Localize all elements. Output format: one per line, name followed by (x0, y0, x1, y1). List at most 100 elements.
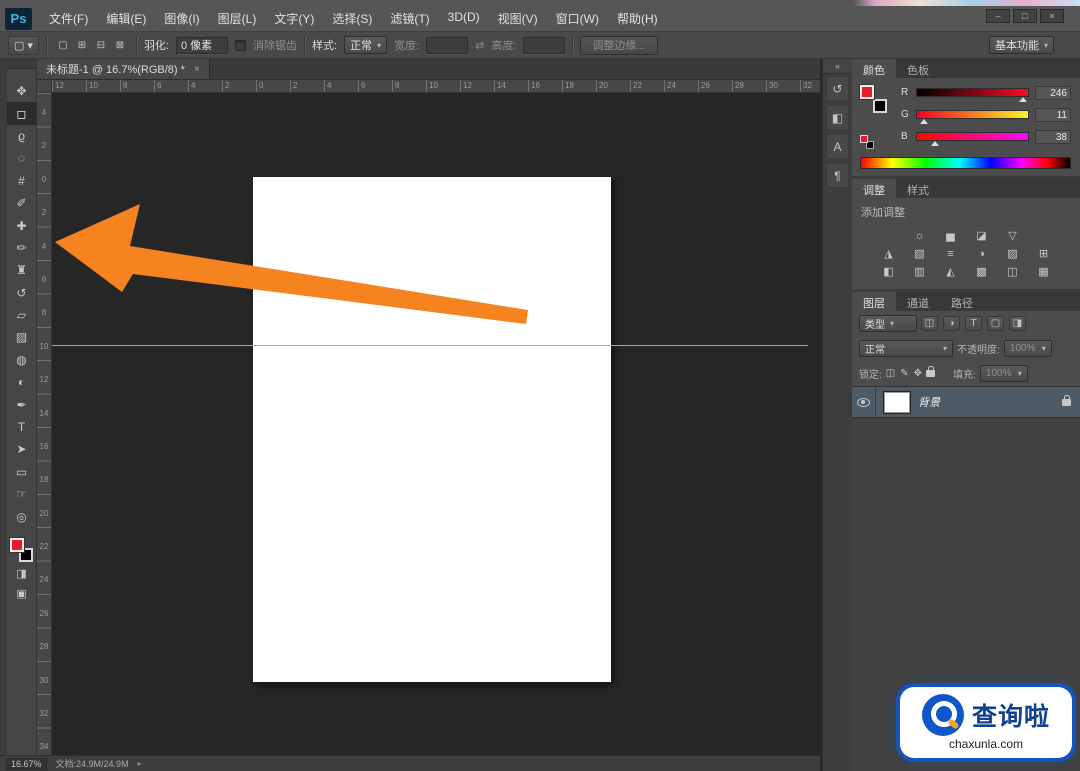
subtract-selection-icon[interactable]: ⊟ (92, 37, 110, 54)
document-tab[interactable]: 未标题-1 @ 16.7%(RGB/8) * × (37, 59, 210, 79)
zoom-level-field[interactable]: 16.67% (6, 758, 47, 770)
adjustment-icon[interactable]: ▽ (1002, 228, 1023, 243)
foreground-background-swatches[interactable] (10, 538, 34, 562)
panel-tab[interactable]: 路径 (940, 292, 984, 311)
foreground-color-swatch[interactable] (10, 538, 24, 552)
spot-healing-brush-tool[interactable]: ✚ (7, 214, 36, 236)
lock-image-pixels-icon[interactable]: ✎ (900, 368, 908, 379)
canvas[interactable] (52, 93, 820, 755)
panel-tab[interactable]: 颜色 (852, 59, 896, 78)
gradient-tool[interactable]: ▨ (7, 326, 36, 348)
panel-tab[interactable]: 调整 (852, 179, 896, 198)
clone-stamp-tool[interactable]: ♜ (7, 259, 36, 281)
background-layer-row[interactable]: 背景 (852, 387, 1080, 418)
history-panel-icon[interactable]: ↺ (826, 76, 849, 101)
adjustment-icon[interactable]: ☼ (909, 228, 930, 243)
adjustment-icon[interactable]: ▦ (1033, 264, 1054, 279)
photoshop-logo-icon[interactable]: Ps (5, 8, 32, 30)
filter-shape-layers-icon[interactable]: ▢ (987, 316, 1004, 331)
feather-input[interactable] (176, 37, 228, 54)
menu-item[interactable]: 滤镜(T) (381, 6, 438, 31)
properties-panel-icon[interactable]: ◧ (826, 105, 849, 130)
adjustment-icon[interactable]: ⊞ (1033, 246, 1054, 261)
horizontal-ruler[interactable]: 1210864202468101214161820222426283032 (52, 80, 820, 93)
slider-thumb[interactable] (1019, 97, 1027, 102)
adjustment-icon[interactable]: ◭ (940, 264, 961, 279)
history-brush-tool[interactable]: ↺ (7, 282, 36, 304)
layer-filter-type-dropdown[interactable]: 类型 ▾ (859, 315, 917, 332)
adjustment-icon[interactable]: ▧ (909, 246, 930, 261)
paragraph-panel-icon[interactable]: ¶ (826, 163, 849, 188)
green-slider[interactable] (916, 110, 1029, 119)
add-selection-icon[interactable]: ⊞ (73, 37, 91, 54)
menu-item[interactable]: 窗口(W) (547, 6, 608, 31)
type-tool[interactable]: T (7, 416, 36, 438)
slider-thumb[interactable] (920, 119, 928, 124)
quick-mask-button[interactable]: ◨ (7, 564, 36, 584)
style-dropdown[interactable]: 正常 ▾ (344, 36, 387, 54)
new-selection-icon[interactable]: ▢ (54, 37, 72, 54)
layer-thumbnail[interactable] (884, 392, 910, 413)
menu-item[interactable]: 文字(Y) (265, 6, 323, 31)
color-spectrum-ramp[interactable] (860, 157, 1071, 169)
move-tool[interactable]: ✥ (7, 80, 36, 102)
opacity-dropdown[interactable]: 100% ▾ (1004, 340, 1052, 357)
fill-dropdown[interactable]: 100% ▾ (980, 365, 1028, 382)
red-slider[interactable] (916, 88, 1029, 97)
expand-panels-icon[interactable]: « (823, 59, 852, 74)
lock-transparent-pixels-icon[interactable]: ◫ (886, 368, 895, 379)
path-selection-tool[interactable]: ➤ (7, 438, 36, 460)
background-color-swatch[interactable] (873, 99, 887, 113)
panel-color-swatches[interactable] (860, 85, 888, 113)
dodge-tool[interactable]: ◐ (7, 371, 36, 393)
refine-edge-button[interactable]: 调整边缘... (580, 36, 657, 55)
workspace-switcher[interactable]: 基本功能 ▾ (989, 36, 1054, 54)
menu-item[interactable]: 视图(V) (489, 6, 547, 31)
blur-tool[interactable]: ◍ (7, 349, 36, 371)
hand-tool[interactable]: ☞ (7, 483, 36, 505)
menu-item[interactable]: 3D(D) (439, 6, 489, 31)
minimize-button[interactable]: – (986, 9, 1010, 23)
menu-item[interactable]: 图像(I) (155, 6, 208, 31)
panel-tab[interactable]: 图层 (852, 292, 896, 311)
filter-type-layers-icon[interactable]: T (965, 316, 982, 331)
panel-tab[interactable]: 样式 (896, 179, 940, 198)
intersect-selection-icon[interactable]: ⊠ (111, 37, 129, 54)
menu-item[interactable]: 文件(F) (40, 6, 97, 31)
brush-tool[interactable]: ✏ (7, 237, 36, 259)
blue-value-field[interactable]: 38 (1035, 130, 1071, 144)
filter-pixel-layers-icon[interactable]: ◫ (921, 316, 938, 331)
menu-item[interactable]: 编辑(E) (97, 6, 155, 31)
filter-adjustment-layers-icon[interactable]: ◑ (943, 316, 960, 331)
lock-all-icon[interactable] (926, 370, 935, 377)
swap-dimensions-icon[interactable]: ⇄ (475, 39, 484, 52)
tools-panel-grip[interactable] (7, 59, 36, 69)
adjustment-icon[interactable]: ▩ (971, 264, 992, 279)
lasso-tool[interactable]: ϱ (7, 125, 36, 147)
rectangle-tool[interactable]: ▭ (7, 461, 36, 483)
screen-mode-button[interactable]: ▣ (7, 584, 36, 604)
adjustment-icon[interactable]: ▥ (909, 264, 930, 279)
pen-tool[interactable]: ✒ (7, 393, 36, 415)
status-menu-arrow-icon[interactable]: ▸ (138, 759, 142, 768)
eyedropper-tool[interactable]: ✐ (7, 192, 36, 214)
zoom-tool[interactable]: ◎ (7, 505, 36, 527)
panel-tab[interactable]: 色板 (896, 59, 940, 78)
close-tab-icon[interactable]: × (194, 64, 200, 75)
adjustment-icon[interactable]: ▅ (940, 228, 961, 243)
lock-position-icon[interactable]: ✥ (914, 368, 922, 379)
foreground-color-swatch[interactable] (860, 85, 874, 99)
adjustment-icon[interactable]: ≡ (940, 246, 961, 261)
antialias-checkbox[interactable] (235, 40, 246, 51)
eraser-tool[interactable]: ▱ (7, 304, 36, 326)
menu-item[interactable]: 图层(L) (209, 6, 266, 31)
quick-selection-tool[interactable]: ◌ (7, 147, 36, 169)
tool-preset-dropdown[interactable]: ▢ ▾ (8, 36, 39, 55)
character-panel-icon[interactable]: A (826, 134, 849, 159)
panel-tab[interactable]: 通道 (896, 292, 940, 311)
blend-mode-dropdown[interactable]: 正常 ▾ (859, 340, 953, 357)
height-input[interactable] (523, 37, 565, 54)
close-button[interactable]: × (1040, 9, 1064, 23)
adjustment-icon[interactable]: ◑ (971, 246, 992, 261)
menu-item[interactable]: 帮助(H) (608, 6, 667, 31)
